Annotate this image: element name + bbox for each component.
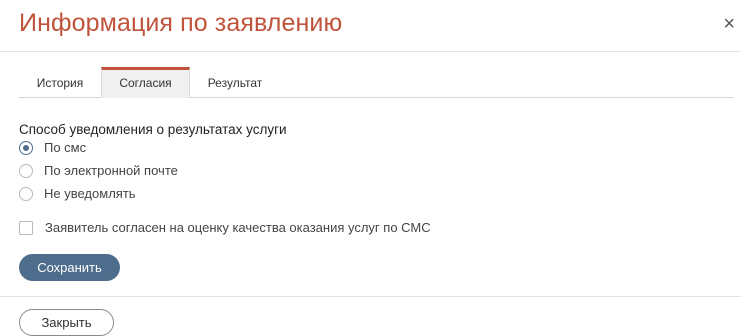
consent-checkbox-row[interactable]: Заявитель согласен на оценку качества ок… bbox=[19, 220, 431, 235]
radio-label: По смс bbox=[44, 140, 87, 155]
close-icon[interactable]: × bbox=[723, 14, 735, 34]
radio-option-email[interactable]: По электронной почте bbox=[19, 163, 178, 178]
radio-button[interactable] bbox=[19, 163, 33, 178]
consent-checkbox[interactable] bbox=[19, 220, 33, 235]
tab-history[interactable]: История bbox=[19, 67, 101, 98]
radio-option-none[interactable]: Не уведомлять bbox=[19, 186, 136, 201]
save-button[interactable]: Сохранить bbox=[19, 254, 120, 281]
radio-label: По электронной почте bbox=[44, 163, 178, 178]
modal-header: Информация по заявлению × bbox=[0, 0, 741, 52]
tab-bar: История Согласия Результат bbox=[19, 67, 734, 98]
close-button[interactable]: Закрыть bbox=[19, 309, 114, 336]
radio-option-sms[interactable]: По смс bbox=[19, 140, 86, 155]
footer-divider bbox=[0, 296, 741, 297]
radio-label: Не уведомлять bbox=[44, 186, 136, 201]
notification-section-title: Способ уведомления о результатах услуги bbox=[19, 122, 287, 137]
tab-consents[interactable]: Согласия bbox=[101, 67, 190, 98]
radio-button[interactable] bbox=[19, 186, 33, 201]
modal-title: Информация по заявлению bbox=[19, 9, 343, 37]
consent-label: Заявитель согласен на оценку качества ок… bbox=[45, 220, 431, 235]
tab-result[interactable]: Результат bbox=[190, 67, 280, 98]
radio-button-checked[interactable] bbox=[19, 140, 33, 155]
